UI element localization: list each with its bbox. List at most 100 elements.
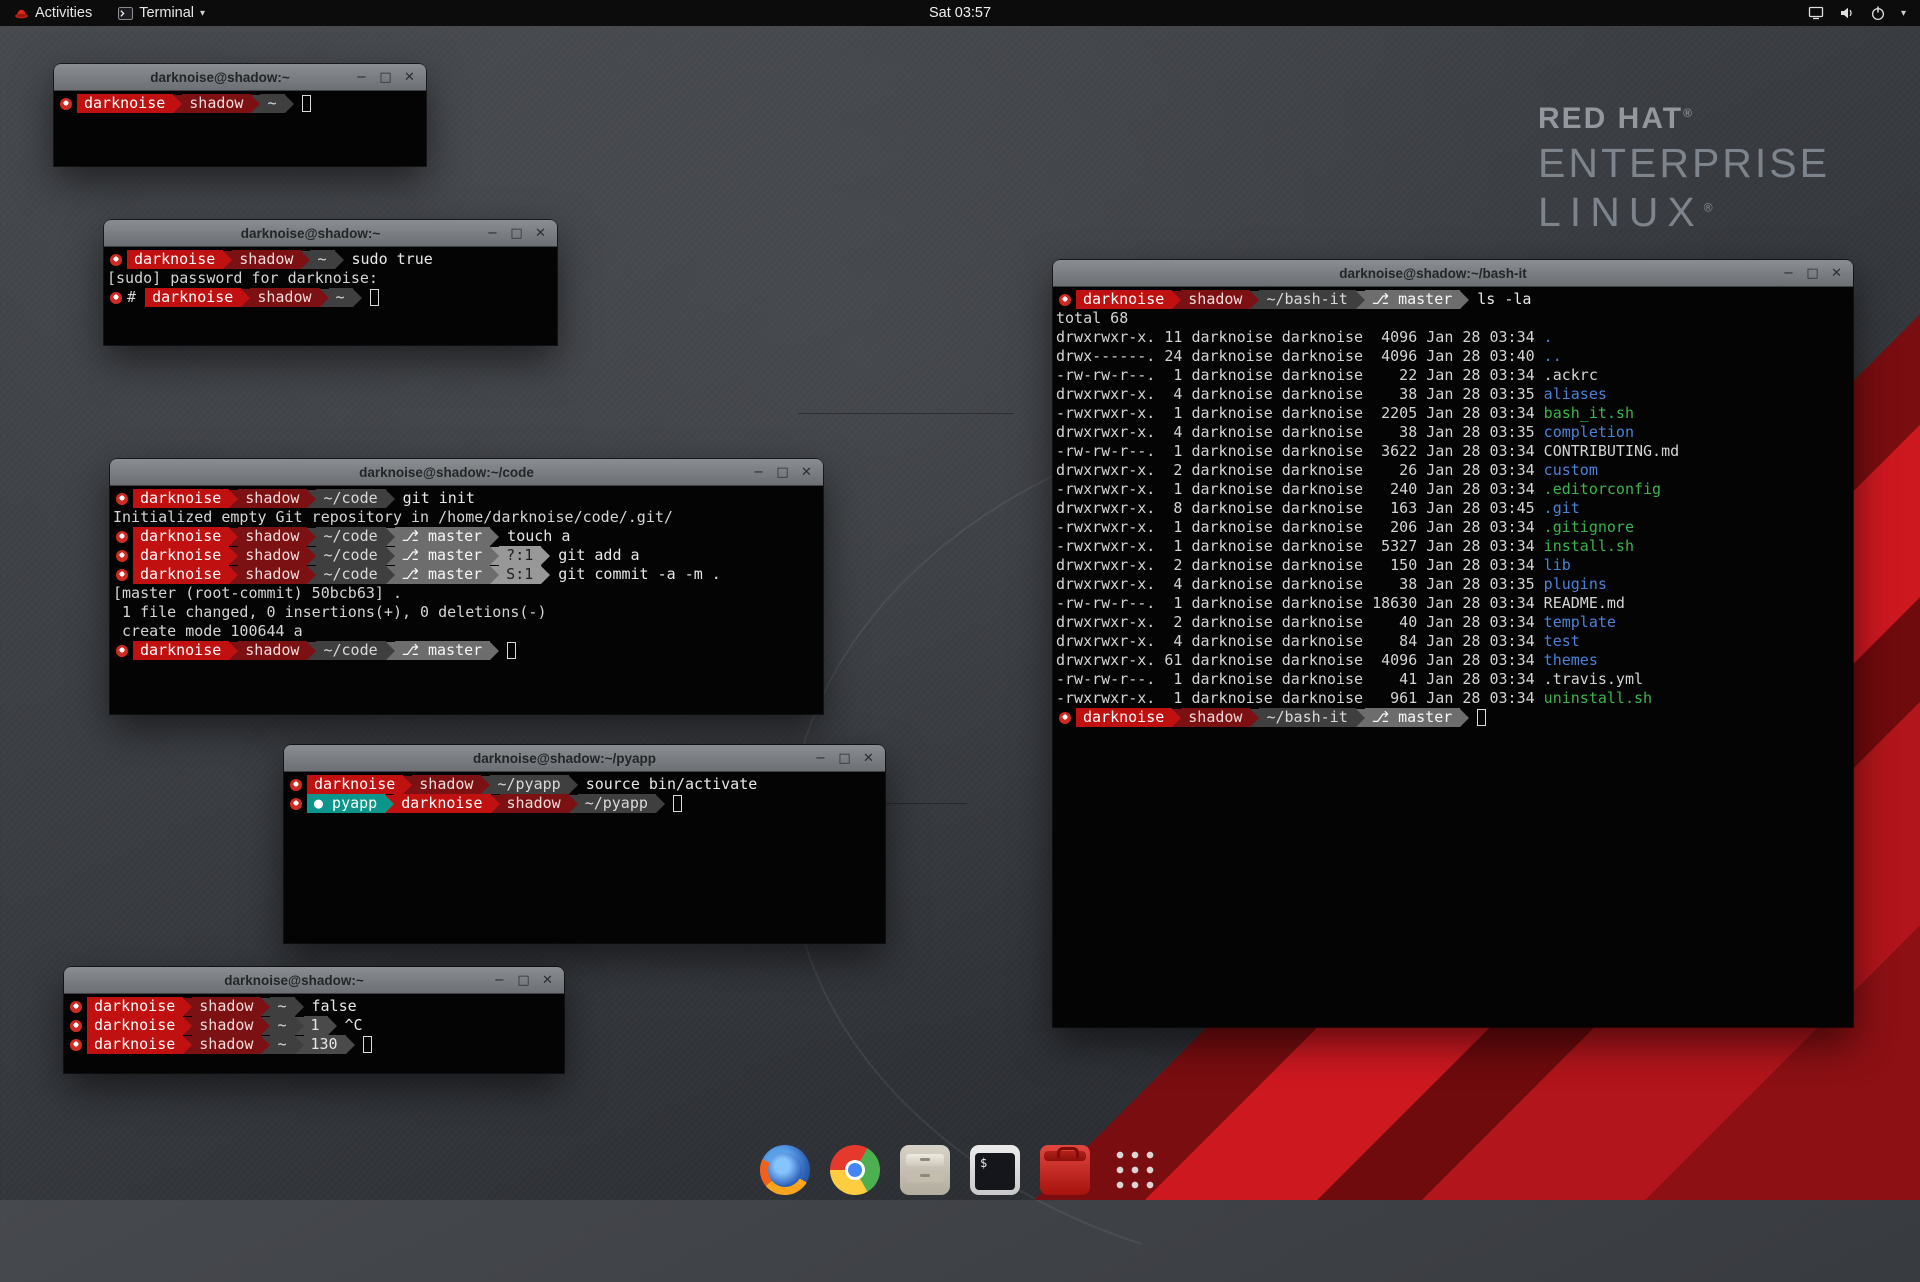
prompt-segment-host: shadow (192, 997, 261, 1016)
window-titlebar[interactable]: darknoise@shadow:~/bash-it−□✕ (1053, 260, 1853, 287)
terminal-body[interactable]: darknoiseshadow~/bash-it⎇ masterls -lato… (1053, 287, 1853, 1027)
prompt-segment-path: ~/code (316, 641, 385, 660)
terminal-body[interactable]: darknoiseshadow~falsedarknoiseshadow~1^C… (64, 994, 564, 1073)
command-text: sudo true (352, 250, 433, 269)
window-close-button[interactable]: ✕ (862, 745, 875, 772)
window-close-button[interactable]: ✕ (800, 459, 813, 486)
output-text: themes (1544, 651, 1598, 670)
output-text: drwxrwxr-x. 2 darknoise darknoise 150 Ja… (1056, 556, 1544, 575)
output-text: drwxrwxr-x. 4 darknoise darknoise 38 Jan… (1056, 575, 1544, 594)
prompt-segment-status: 130 (304, 1035, 346, 1054)
prompt-segment-path: ~/bash-it (1259, 708, 1355, 727)
powerline-separator-icon (481, 776, 490, 794)
terminal-line: drwxrwxr-x. 4 darknoise darknoise 38 Jan… (1056, 385, 1853, 404)
powerline-separator-icon (490, 528, 499, 546)
window-titlebar[interactable]: darknoise@shadow:~−□✕ (54, 64, 426, 91)
window-minimize-button[interactable]: − (493, 967, 506, 994)
output-text: -rw-rw-r--. 1 darknoise darknoise 22 Jan… (1056, 366, 1544, 385)
terminal-window-code[interactable]: darknoise@shadow:~/code−□✕darknoiseshado… (110, 459, 823, 714)
dock (760, 1145, 1160, 1195)
output-text: Initialized empty Git repository in /hom… (113, 508, 673, 527)
output-text: drwx------. 24 darknoise darknoise 4096 … (1056, 347, 1544, 366)
terminal-line: -rw-rw-r--. 1 darknoise darknoise 3622 J… (1056, 442, 1853, 461)
prompt-shell-icon (1059, 294, 1071, 306)
window-minimize-button[interactable]: − (814, 745, 827, 772)
prompt-segment-host: shadow (412, 775, 481, 794)
chevron-down-icon[interactable]: ▾ (1901, 8, 1906, 19)
powerline-separator-icon (261, 1036, 270, 1054)
prompt-shell-icon (116, 550, 128, 562)
output-text: .ackrc (1544, 366, 1598, 385)
prompt-segment-host: shadow (238, 489, 307, 508)
terminal-app-icon (118, 7, 133, 20)
window-minimize-button[interactable]: − (355, 64, 368, 91)
window-controls: −□ ✕ (355, 64, 426, 91)
window-close-button[interactable]: ✕ (534, 220, 547, 247)
prompt-segment-host: shadow (192, 1016, 261, 1035)
terminal-window-sudo[interactable]: darknoise@shadow:~−□✕darknoiseshadow~sud… (104, 220, 557, 345)
powerline-separator-icon (229, 528, 238, 546)
firefox-icon[interactable] (760, 1145, 810, 1195)
terminal-icon[interactable] (970, 1145, 1020, 1195)
window-titlebar[interactable]: darknoise@shadow:~/code−□✕ (110, 459, 823, 486)
activities-button[interactable]: Activities (8, 0, 98, 26)
output-text: drwxrwxr-x. 2 darknoise darknoise 26 Jan… (1056, 461, 1544, 480)
app-grid-icon[interactable] (1110, 1145, 1160, 1195)
terminal-window-bash-it[interactable]: darknoise@shadow:~/bash-it−□✕darknoisesh… (1053, 260, 1853, 1027)
window-maximize-button[interactable]: □ (379, 64, 392, 91)
powerline-separator-icon (386, 490, 395, 508)
activities-label: Activities (35, 5, 92, 21)
window-close-button[interactable]: ✕ (541, 967, 554, 994)
window-titlebar[interactable]: darknoise@shadow:~/pyapp−□✕ (284, 745, 885, 772)
prompt-shell-icon (60, 98, 72, 110)
terminal-window-home-1[interactable]: darknoise@shadow:~−□✕darknoiseshadow~ (54, 64, 426, 166)
terminal-line: darknoiseshadow~ (57, 94, 426, 113)
prompt-segment-git: ⎇ master (1365, 708, 1461, 727)
window-titlebar[interactable]: darknoise@shadow:~−□✕ (64, 967, 564, 994)
prompt-segment-path: ~ (270, 1016, 294, 1035)
volume-icon[interactable] (1839, 5, 1855, 21)
software-icon[interactable] (1040, 1145, 1090, 1195)
window-maximize-button[interactable]: □ (838, 745, 851, 772)
window-close-button[interactable]: ✕ (403, 64, 416, 91)
window-minimize-button[interactable]: − (1782, 260, 1795, 287)
window-minimize-button[interactable]: − (486, 220, 499, 247)
prompt-segment-user: darknoise (133, 527, 229, 546)
terminal-line: drwxrwxr-x. 8 darknoise darknoise 163 Ja… (1056, 499, 1853, 518)
prompt-segment-path: ~ (270, 997, 294, 1016)
terminal-line: drwxrwxr-x. 2 darknoise darknoise 150 Ja… (1056, 556, 1853, 575)
files-icon[interactable] (900, 1145, 950, 1195)
terminal-window-home-2[interactable]: darknoise@shadow:~−□✕darknoiseshadow~fal… (64, 967, 564, 1073)
powerline-separator-icon (386, 547, 395, 565)
window-minimize-button[interactable]: − (752, 459, 765, 486)
output-text: completion (1544, 423, 1634, 442)
prompt-segment-status: 1 (304, 1016, 328, 1035)
clock[interactable]: Sat 03:57 (929, 5, 991, 21)
chrome-icon[interactable] (830, 1145, 880, 1195)
prompt-segment-user: darknoise (87, 1035, 183, 1054)
powerline-separator-icon (173, 95, 182, 113)
terminal-line: -rw-rw-r--. 1 darknoise darknoise 18630 … (1056, 594, 1853, 613)
window-maximize-button[interactable]: □ (776, 459, 789, 486)
terminal-window-pyapp[interactable]: darknoise@shadow:~/pyapp−□✕darknoiseshad… (284, 745, 885, 943)
prompt-shell-icon (116, 569, 128, 581)
window-maximize-button[interactable]: □ (510, 220, 523, 247)
powerline-separator-icon (403, 776, 412, 794)
power-icon[interactable] (1870, 5, 1886, 21)
display-icon[interactable] (1808, 5, 1824, 21)
window-close-button[interactable]: ✕ (1830, 260, 1843, 287)
window-maximize-button[interactable]: □ (517, 967, 530, 994)
app-menu-label: Terminal (139, 5, 194, 21)
powerline-separator-icon (656, 795, 665, 813)
terminal-line: darknoiseshadow~/code⎇ master (113, 641, 823, 660)
terminal-body[interactable]: darknoiseshadow~sudo true[sudo] password… (104, 247, 557, 345)
terminal-body[interactable]: darknoiseshadow~/codegit initInitialized… (110, 486, 823, 714)
app-menu-terminal[interactable]: Terminal ▾ (112, 0, 211, 26)
window-titlebar[interactable]: darknoise@shadow:~−□✕ (104, 220, 557, 247)
terminal-body[interactable]: darknoiseshadow~/pyappsource bin/activat… (284, 772, 885, 943)
output-text: template (1544, 613, 1616, 632)
terminal-body[interactable]: darknoiseshadow~ (54, 91, 426, 166)
terminal-line: Initialized empty Git repository in /hom… (113, 508, 823, 527)
prompt-segment-venv: ● pyapp (307, 794, 385, 813)
window-maximize-button[interactable]: □ (1806, 260, 1819, 287)
